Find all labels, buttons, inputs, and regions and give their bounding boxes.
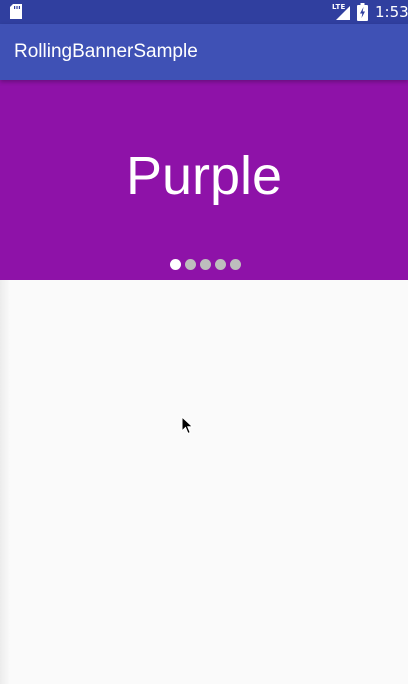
battery-icon: [357, 3, 368, 21]
app-title: RollingBannerSample: [14, 41, 198, 62]
page-indicator-dot: [215, 259, 226, 270]
mouse-cursor-icon: [181, 416, 194, 435]
content-area: [0, 280, 408, 684]
signal-icon: [336, 6, 350, 20]
app-bar: RollingBannerSample: [0, 24, 408, 80]
banner-page-label: Purple: [125, 146, 283, 206]
rolling-banner[interactable]: Purple: [0, 80, 408, 280]
edge-shadow: [0, 280, 10, 684]
page-indicator: [170, 259, 241, 270]
status-bar: LTE 1:53: [0, 0, 408, 24]
sd-card-icon: [10, 4, 22, 19]
status-clock: 1:53: [375, 3, 408, 21]
page-indicator-dot: [185, 259, 196, 270]
page-indicator-dot-active: [170, 259, 181, 270]
page-indicator-dot: [230, 259, 241, 270]
page-indicator-dot: [200, 259, 211, 270]
